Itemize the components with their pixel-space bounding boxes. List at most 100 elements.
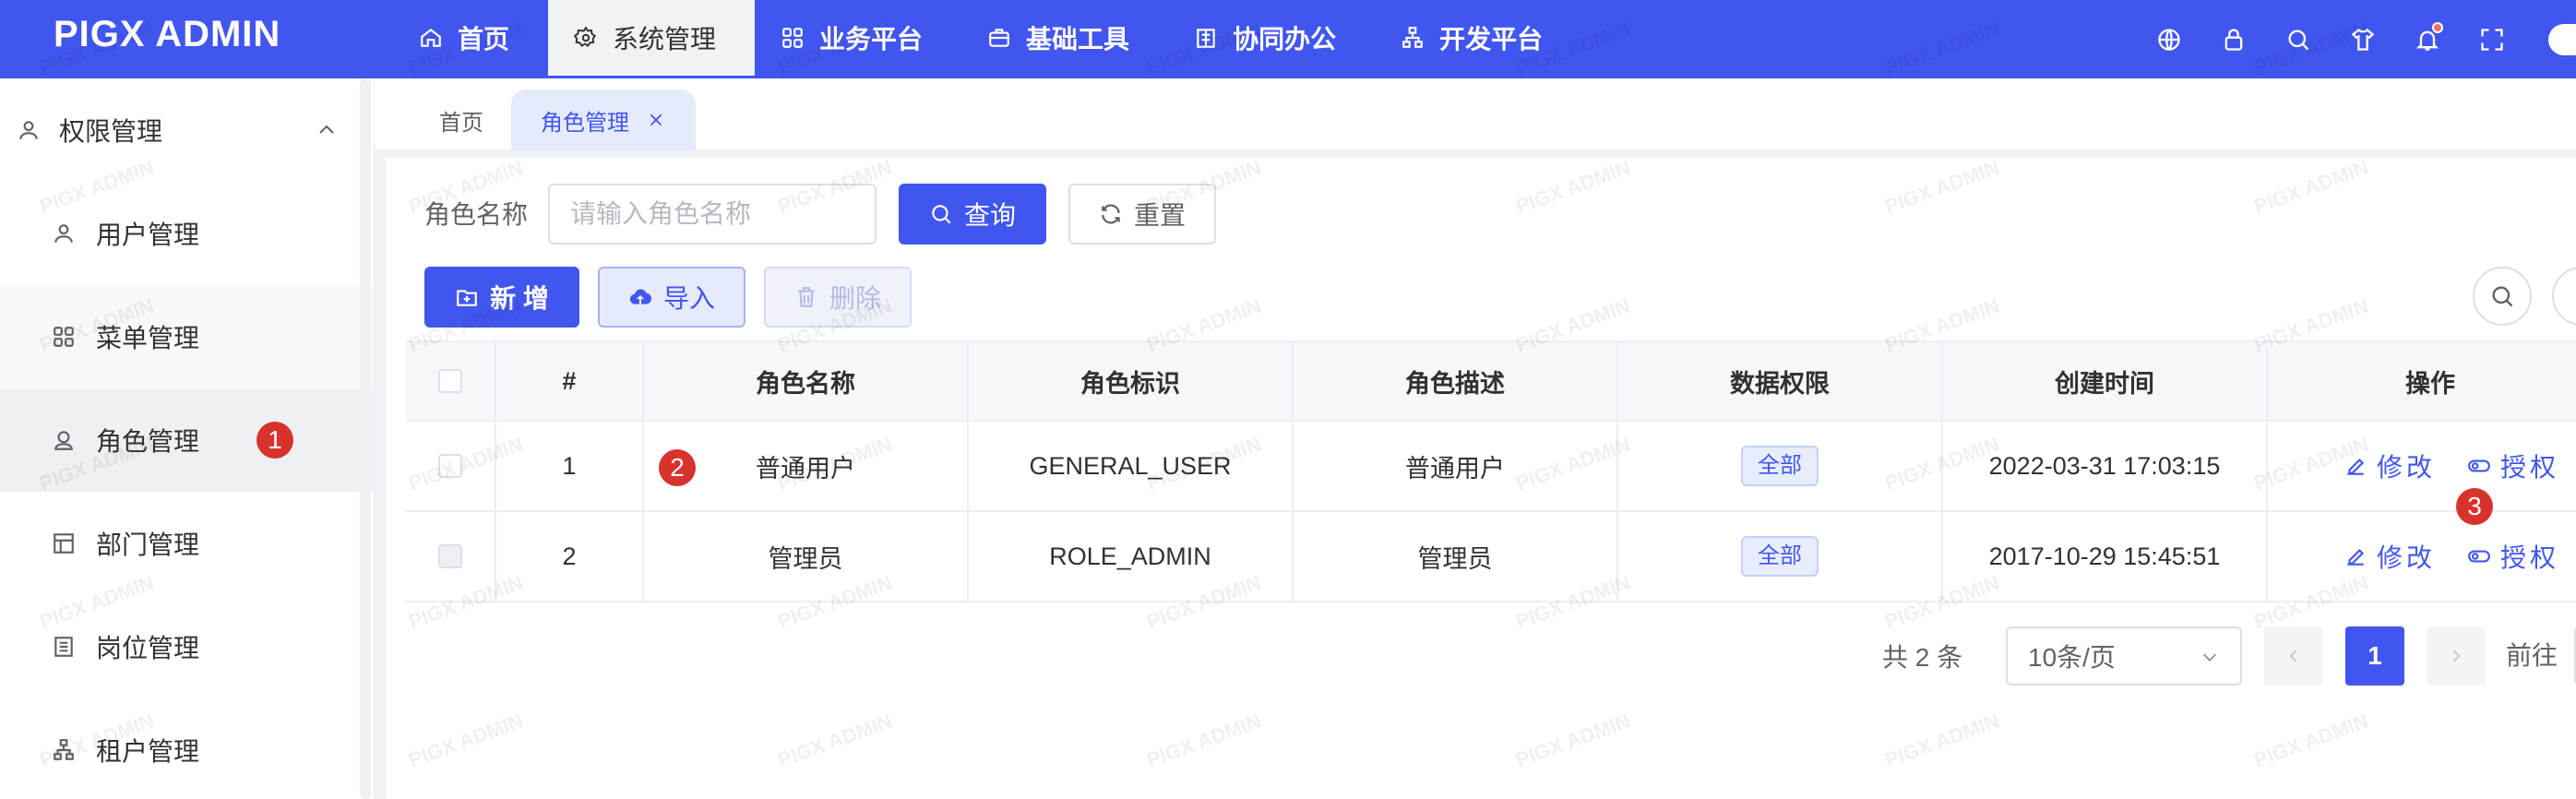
select-all-checkbox[interactable] xyxy=(438,369,462,393)
delete-label: 删除 xyxy=(829,284,881,313)
edit-button[interactable]: 修改 xyxy=(2343,538,2436,575)
sidebar-item-label: 岗位管理 xyxy=(96,634,200,662)
header-checkbox-cell xyxy=(406,342,496,420)
row-checkbox[interactable] xyxy=(438,544,462,568)
cell-scope: 全部 xyxy=(1618,422,1943,510)
reset-button[interactable]: 重置 xyxy=(1068,184,1216,244)
app-logo[interactable]: PIGX ADMIN xyxy=(54,0,280,78)
topnav-label: 首页 xyxy=(458,25,510,54)
add-label: 新 增 xyxy=(490,284,549,313)
sidebar-item-departments[interactable]: 部门管理 xyxy=(0,492,374,595)
sidebar-scrollbar[interactable] xyxy=(360,78,371,799)
grid-icon xyxy=(54,327,74,347)
topnav-home[interactable]: 首页 xyxy=(393,0,548,76)
role-icon xyxy=(54,431,73,450)
trash-icon xyxy=(798,287,815,307)
column-header-index: # xyxy=(496,342,644,420)
roles-table: # 角色名称 角色标识 角色描述 数据权限 创建时间 操作 1 2 普通用户 G… xyxy=(406,340,2576,602)
sidebar-item-menus[interactable]: 菜单管理 xyxy=(0,285,374,388)
cell-index: 1 xyxy=(496,422,644,510)
cell-code: ROLE_ADMIN xyxy=(969,512,1294,601)
tab-home[interactable]: 首页 xyxy=(413,89,509,150)
column-header-desc: 角色描述 xyxy=(1294,342,1618,420)
topnav-business[interactable]: 业务平台 xyxy=(755,0,961,76)
cell-actions: 修改 授权 3 xyxy=(2268,422,2576,525)
close-icon[interactable] xyxy=(646,110,666,130)
search-icon xyxy=(932,205,951,224)
sidebar-item-roles[interactable]: 角色管理 1 xyxy=(0,388,374,492)
column-header-actions: 操作 xyxy=(2405,369,2455,398)
lock-icon[interactable] xyxy=(2220,26,2248,54)
topnav-tools[interactable]: 基础工具 xyxy=(961,0,1168,76)
edit-icon xyxy=(2347,458,2365,475)
bell-icon[interactable] xyxy=(2414,21,2443,54)
shirt-icon[interactable] xyxy=(2349,26,2377,54)
cell-actions: 修改 授权 xyxy=(2268,512,2576,601)
page-number-current[interactable]: 1 xyxy=(2345,626,2404,686)
search-icon xyxy=(2492,286,2513,307)
fullscreen-icon[interactable] xyxy=(2478,26,2506,54)
step-marker-2: 2 xyxy=(659,449,696,486)
chevron-right-icon xyxy=(2452,650,2461,662)
chevron-up-icon xyxy=(319,125,334,134)
prev-page-button[interactable] xyxy=(2264,626,2323,686)
search-label: 角色名称 xyxy=(424,200,529,229)
tab-label: 角色管理 xyxy=(541,110,629,136)
avatar[interactable] xyxy=(2548,23,2576,55)
cell-name-text: 普通用户 xyxy=(756,454,855,483)
search-icon[interactable] xyxy=(2284,26,2312,54)
import-button[interactable]: 导入 xyxy=(598,267,745,328)
row-checkbox-cell xyxy=(406,512,496,601)
sidebar: 权限管理 用户管理 菜单管理 角色管理 1 部门管理 岗位管理 租户管理 xyxy=(0,78,375,799)
topnav-dev[interactable]: 开发平台 xyxy=(1375,0,1581,76)
toggle-icon xyxy=(2468,550,2490,563)
sidebar-item-label: 角色管理 xyxy=(96,427,200,456)
table-row: 2 管理员 ROLE_ADMIN 管理员 全部 2017-10-29 15:45… xyxy=(406,512,2576,602)
sidebar-item-tenants[interactable]: 租户管理 xyxy=(0,698,374,799)
tab-roles[interactable]: 角色管理 xyxy=(511,89,696,150)
header-icons xyxy=(2155,0,2576,78)
globe-icon[interactable] xyxy=(2155,26,2183,54)
sidebar-group-permission[interactable]: 权限管理 xyxy=(0,78,374,182)
table-row: 1 2 普通用户 GENERAL_USER 普通用户 全部 2022-03-31… xyxy=(406,422,2576,525)
table-search-button[interactable] xyxy=(2473,267,2532,326)
sidebar-item-posts[interactable]: 岗位管理 xyxy=(0,595,374,698)
sidebar-item-label: 部门管理 xyxy=(96,531,200,559)
user-icon xyxy=(54,224,73,243)
authorize-button[interactable]: 授权 xyxy=(2467,538,2559,575)
row-actions: 修改 授权 xyxy=(2268,538,2576,575)
content-card: 角色名称 查询 重置 新 增 导入 删除 xyxy=(386,158,2576,799)
sidebar-group-label: 权限管理 xyxy=(59,117,163,146)
page-size-select[interactable]: 10条/页 xyxy=(2006,626,2242,686)
sidebar-item-label: 菜单管理 xyxy=(96,324,200,352)
sitemap-icon xyxy=(1402,27,1423,48)
query-button[interactable]: 查询 xyxy=(899,184,1046,244)
next-page-button[interactable] xyxy=(2427,626,2486,686)
delete-button[interactable]: 删除 xyxy=(764,267,912,328)
reset-label: 重置 xyxy=(1133,201,1186,230)
column-header-code: 角色标识 xyxy=(969,342,1294,420)
add-button[interactable]: 新 增 xyxy=(424,267,579,328)
topnav-office[interactable]: 协同办公 xyxy=(1168,0,1375,76)
sidebar-item-users[interactable]: 用户管理 xyxy=(0,182,374,285)
authorize-button[interactable]: 授权 xyxy=(2467,447,2559,484)
edit-icon xyxy=(2347,548,2365,566)
row-checkbox[interactable] xyxy=(438,454,462,478)
chevron-left-icon xyxy=(2289,650,2297,662)
column-header-created: 创建时间 xyxy=(1943,342,2268,420)
top-header: PIGX ADMIN 首页 系统管理 业务平台 基础工具 协同办公 开发平台 xyxy=(0,0,2576,78)
topnav-system[interactable]: 系统管理 xyxy=(548,0,756,76)
notification-dot xyxy=(2432,21,2443,33)
edit-button[interactable]: 修改 xyxy=(2343,447,2436,484)
toggle-icon xyxy=(2468,459,2490,472)
topnav-label: 协同办公 xyxy=(1233,25,1337,54)
cell-name: 2 普通用户 xyxy=(644,422,969,510)
table-refresh-button[interactable] xyxy=(2552,267,2576,326)
cell-desc: 管理员 xyxy=(1294,512,1618,601)
table-header-row: # 角色名称 角色标识 角色描述 数据权限 创建时间 操作 xyxy=(406,340,2576,422)
sidebar-item-label: 租户管理 xyxy=(96,737,200,766)
column-header-name: 角色名称 xyxy=(644,342,969,420)
role-name-input[interactable] xyxy=(548,184,877,244)
cell-scope: 全部 xyxy=(1618,512,1943,601)
gear-icon xyxy=(574,26,597,48)
